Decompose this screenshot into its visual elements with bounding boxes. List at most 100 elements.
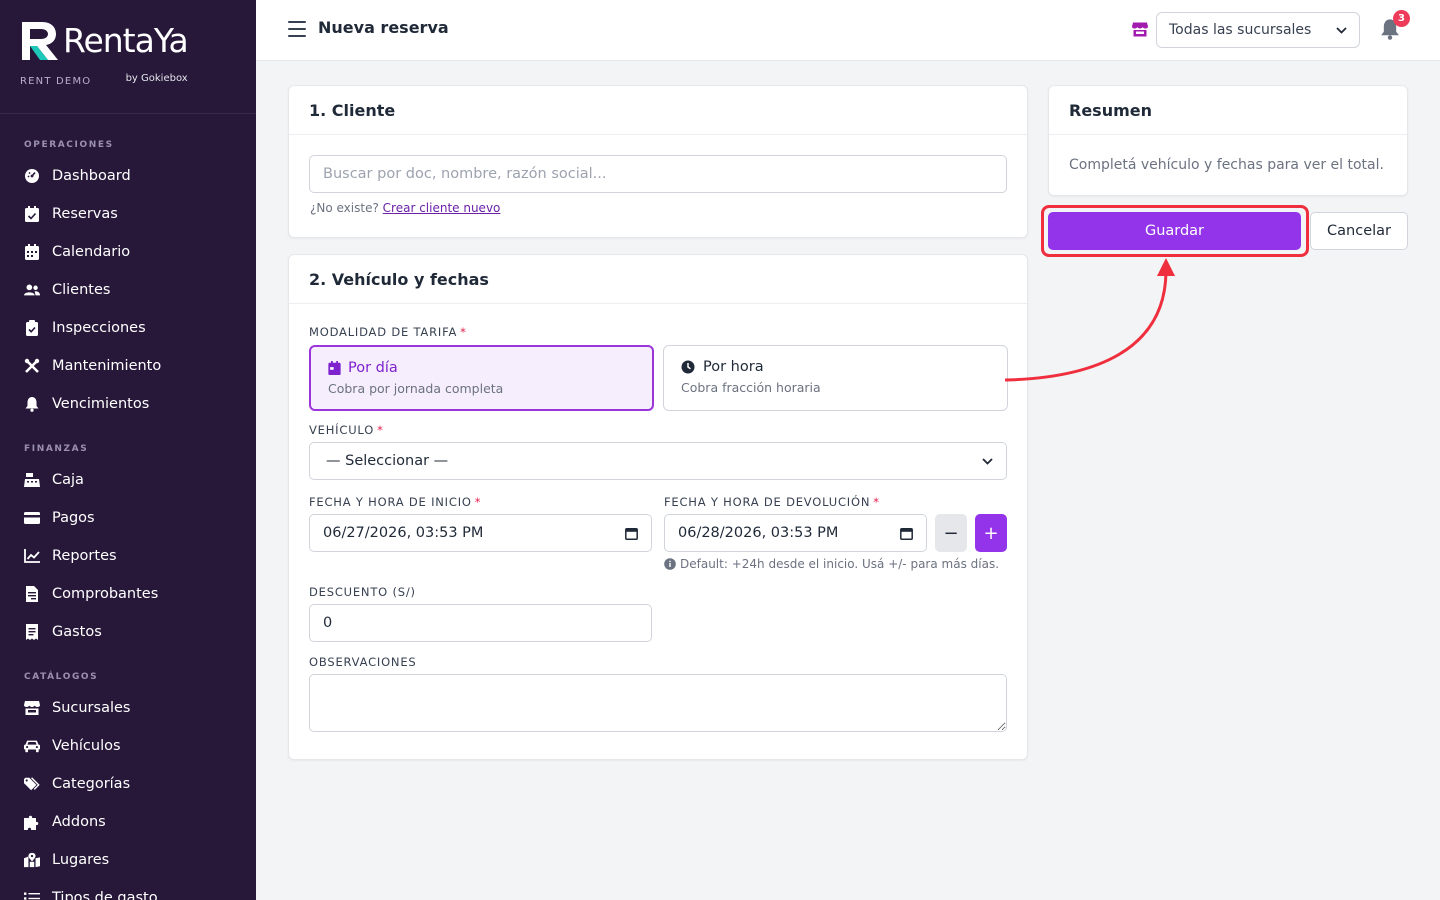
info-icon [664, 558, 676, 570]
mode-per-day-title: Por día [348, 360, 398, 376]
receipt-icon [24, 624, 40, 640]
increase-day-button[interactable]: + [975, 514, 1007, 552]
sidebar-item-mantenimiento[interactable]: Mantenimiento [0, 347, 256, 385]
start-datetime-value: 06/27/2026, 03:53 PM [323, 525, 484, 541]
notification-badge: 3 [1393, 10, 1410, 27]
sidebar-item-label: Lugares [52, 852, 110, 868]
brand-name: RentaYa by Gokiebox [63, 20, 189, 84]
sidebar-item-dashboard[interactable]: Dashboard [0, 157, 256, 195]
hamburger-menu-icon[interactable] [288, 21, 306, 37]
sidebar-item-label: Dashboard [52, 168, 131, 184]
sidebar-item-calendario[interactable]: Calendario [0, 233, 256, 271]
end-datetime-input[interactable]: 06/28/2026, 03:53 PM [664, 514, 927, 552]
sidebar-item-label: Caja [52, 472, 84, 488]
clock-icon [681, 360, 695, 374]
sidebar-item-label: Vehículos [52, 738, 121, 754]
sidebar-item-lugares[interactable]: Lugares [0, 841, 256, 879]
end-datetime-value: 06/28/2026, 03:53 PM [678, 525, 839, 541]
mode-per-hour-title: Por hora [703, 359, 764, 375]
save-button[interactable]: Guardar [1048, 212, 1301, 250]
tools-icon [24, 358, 40, 374]
sidebar-item-addons[interactable]: Addons [0, 803, 256, 841]
calendar-check-icon [24, 206, 40, 222]
page-title: Nueva reserva [318, 18, 449, 37]
vehicle-card: 2. Vehículo y fechas MODALIDAD DE TARIFA… [288, 254, 1028, 760]
sidebar-item-reportes[interactable]: Reportes [0, 537, 256, 575]
vehicle-select-value: — Seleccionar — [326, 453, 449, 469]
create-client-link[interactable]: Crear cliente nuevo [383, 201, 501, 215]
mode-per-day-option[interactable]: Por día Cobra por jornada completa [309, 345, 654, 411]
decrease-day-button[interactable]: − [935, 514, 967, 552]
sidebar-item-label: Inspecciones [52, 320, 146, 336]
summary-empty-text: Completá vehículo y fechas para ver el t… [1069, 157, 1384, 173]
store-icon [24, 700, 40, 716]
clipboard-check-icon [24, 320, 40, 336]
client-create-hint: ¿No existe? Crear cliente nuevo [310, 201, 500, 215]
store-icon [1132, 22, 1148, 37]
sidebar-item-clientes[interactable]: Clientes [0, 271, 256, 309]
sidebar-item-label: Mantenimiento [52, 358, 162, 374]
sidebar-item-label: Reportes [52, 548, 117, 564]
sidebar-item-vencimientos[interactable]: Vencimientos [0, 385, 256, 423]
users-icon [24, 282, 40, 298]
credit-card-icon [24, 510, 40, 526]
tarifa-label: MODALIDAD DE TARIFA * [309, 325, 467, 339]
calendar-picker-icon[interactable] [900, 527, 913, 540]
sidebar-item-categorias[interactable]: Categorías [0, 765, 256, 803]
list-icon [24, 890, 40, 900]
sidebar-item-pagos[interactable]: Pagos [0, 499, 256, 537]
sidebar-item-label: Addons [52, 814, 106, 830]
chevron-down-icon [982, 457, 993, 465]
sidebar-item-label: Comprobantes [52, 586, 159, 602]
discount-input[interactable]: 0 [309, 604, 652, 642]
sidebar-item-label: Reservas [52, 206, 118, 222]
sidebar-item-label: Vencimientos [52, 396, 150, 412]
client-card-title: 1. Cliente [289, 86, 1027, 135]
notes-textarea[interactable] [309, 674, 1007, 732]
sidebar-item-gastos[interactable]: Gastos [0, 613, 256, 651]
chart-line-icon [24, 548, 40, 564]
chevron-down-icon [1336, 26, 1347, 34]
start-date-label: FECHA Y HORA DE INICIO * [309, 495, 482, 509]
map-marked-icon [24, 852, 40, 868]
calendar-icon [24, 244, 40, 260]
brand-byline: by Gokiebox [125, 73, 188, 84]
notes-label: OBSERVACIONES [309, 655, 417, 669]
sidebar-item-label: Tipos de gasto [52, 890, 158, 900]
summary-card-title: Resumen [1049, 86, 1407, 135]
sidebar-item-inspecciones[interactable]: Inspecciones [0, 309, 256, 347]
mode-per-day-subtitle: Cobra por jornada completa [328, 381, 504, 396]
mode-per-hour-subtitle: Cobra fracción horaria [681, 380, 821, 395]
calendar-picker-icon[interactable] [625, 527, 638, 540]
cash-register-icon [24, 472, 40, 488]
vehicle-label: VEHÍCULO * [309, 423, 384, 437]
sidebar-item-label: Calendario [52, 244, 131, 260]
end-date-label: FECHA Y HORA DE DEVOLUCIÓN * [664, 495, 880, 509]
start-datetime-input[interactable]: 06/27/2026, 03:53 PM [309, 514, 652, 552]
nav-section-title: FINANZAS [24, 444, 89, 454]
sidebar-item-reservas[interactable]: Reservas [0, 195, 256, 233]
sidebar-item-sucursales[interactable]: Sucursales [0, 689, 256, 727]
discount-label: DESCUENTO (S/) [309, 585, 416, 599]
sidebar-item-caja[interactable]: Caja [0, 461, 256, 499]
nav-section-title: CATÁLOGOS [24, 672, 99, 682]
logo[interactable]: RentaYa by Gokiebox [20, 20, 236, 84]
client-not-exists-text: ¿No existe? [310, 201, 379, 215]
mode-per-hour-option[interactable]: Por hora Cobra fracción horaria [663, 345, 1008, 411]
bell-icon [24, 396, 40, 412]
vehicle-card-title: 2. Vehículo y fechas [289, 255, 1027, 304]
sidebar: RentaYa by Gokiebox RENT DEMO OPERACIONE… [0, 0, 256, 900]
sidebar-item-tipos-de-gasto[interactable]: Tipos de gasto [0, 879, 256, 900]
branch-select-value: Todas las sucursales [1169, 22, 1312, 38]
topbar: Nueva reserva Todas las sucursales 3 [256, 0, 1440, 61]
cancel-button[interactable]: Cancelar [1310, 212, 1408, 250]
branch-select[interactable]: Todas las sucursales [1156, 12, 1360, 48]
file-invoice-icon [24, 586, 40, 602]
gauge-icon [24, 168, 40, 184]
client-search-input[interactable]: Buscar por doc, nombre, razón social... [309, 155, 1007, 193]
sidebar-item-comprobantes[interactable]: Comprobantes [0, 575, 256, 613]
sidebar-item-vehiculos[interactable]: Vehículos [0, 727, 256, 765]
client-search-placeholder: Buscar por doc, nombre, razón social... [323, 166, 607, 182]
vehicle-select[interactable]: — Seleccionar — [309, 442, 1007, 480]
client-card: 1. Cliente Buscar por doc, nombre, razón… [288, 85, 1028, 238]
